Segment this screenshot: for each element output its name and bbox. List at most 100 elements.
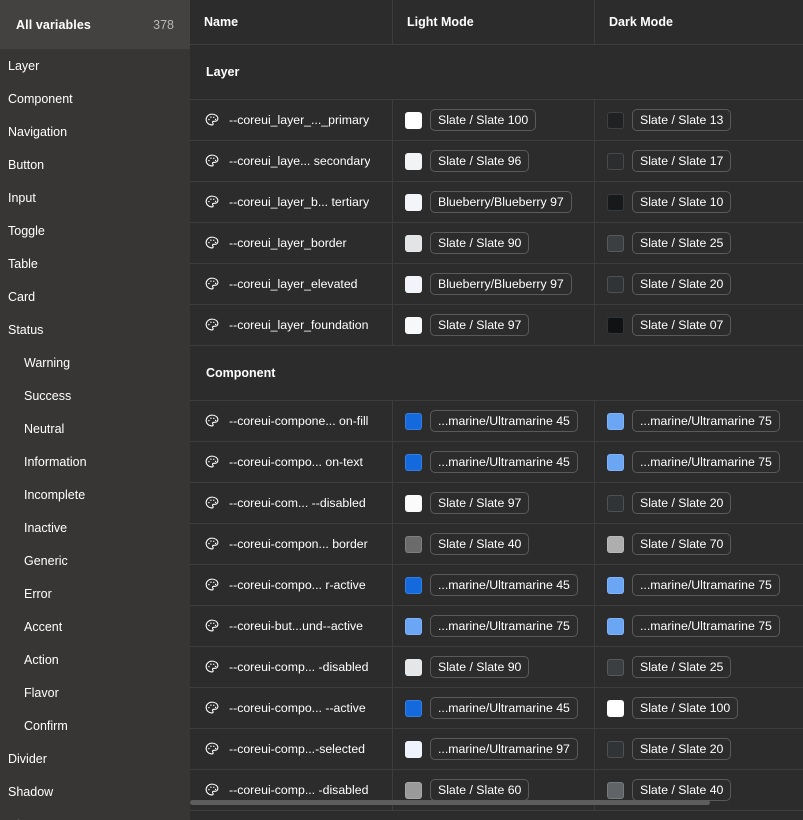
color-swatch[interactable] — [607, 494, 624, 512]
color-swatch[interactable] — [405, 535, 422, 553]
table-row[interactable]: --coreui-compone... on-fill ...marine/Ult… — [190, 401, 803, 442]
sidebar-item-all-variables[interactable]: All variables 378 — [0, 0, 190, 49]
cell-light-mode[interactable]: ...marine/Ultramarine 45 — [393, 401, 595, 441]
sidebar-item-divider[interactable]: Divider — [0, 742, 190, 775]
cell-variable-name[interactable]: --coreui_layer_b... tertiary — [190, 182, 393, 222]
color-token-chip[interactable]: Slate / Slate 20 — [632, 738, 732, 760]
color-token-chip[interactable]: Slate / Slate 97 — [430, 492, 530, 514]
cell-dark-mode[interactable]: Slate / Slate 25 — [595, 647, 803, 687]
color-token-chip[interactable]: Slate / Slate 96 — [430, 150, 530, 172]
color-token-chip[interactable]: ...marine/Ultramarine 45 — [430, 451, 578, 473]
color-swatch[interactable] — [405, 658, 422, 676]
color-swatch[interactable] — [405, 740, 422, 758]
column-header-dark-mode[interactable]: Dark Mode — [595, 0, 803, 45]
sidebar-item-input[interactable]: Input — [0, 181, 190, 214]
color-token-chip[interactable]: ...marine/Ultramarine 75 — [632, 574, 780, 596]
cell-variable-name[interactable]: --coreui_layer_border — [190, 223, 393, 263]
color-token-chip[interactable]: Slate / Slate 40 — [632, 779, 732, 801]
table-row[interactable]: --coreui-compo... --active ...marine/Ultr… — [190, 688, 803, 729]
sidebar-item-component[interactable]: Component — [0, 82, 190, 115]
color-swatch[interactable] — [405, 617, 422, 635]
color-swatch[interactable] — [405, 152, 422, 170]
cell-dark-mode[interactable]: ...marine/Ultramarine 75 — [595, 606, 803, 646]
cell-variable-name[interactable]: --coreui-compo... on-text — [190, 442, 393, 482]
color-swatch[interactable] — [405, 234, 422, 252]
color-swatch[interactable] — [607, 316, 624, 334]
table-row[interactable]: --coreui_layer_border Slate / Slate 90 Sla… — [190, 223, 803, 264]
cell-dark-mode[interactable]: Slate / Slate 25 — [595, 223, 803, 263]
table-row[interactable]: --coreui_layer_elevated Blueberry/Blueber… — [190, 264, 803, 305]
color-swatch[interactable] — [607, 535, 624, 553]
color-token-chip[interactable]: Slate / Slate 100 — [430, 109, 537, 131]
cell-light-mode[interactable]: ...marine/Ultramarine 45 — [393, 565, 595, 605]
cell-variable-name[interactable]: --coreui-compone... on-fill — [190, 401, 393, 441]
cell-dark-mode[interactable]: Slate / Slate 10 — [595, 182, 803, 222]
column-header-name[interactable]: Name — [190, 0, 393, 45]
cell-light-mode[interactable]: Slate / Slate 97 — [393, 483, 595, 523]
table-row[interactable]: --coreui-but...und--active ...marine/Ultr… — [190, 606, 803, 647]
cell-dark-mode[interactable]: Slate / Slate 13 — [595, 100, 803, 140]
cell-light-mode[interactable]: Slate / Slate 90 — [393, 647, 595, 687]
color-token-chip[interactable]: Slate / Slate 40 — [430, 533, 530, 555]
cell-dark-mode[interactable]: ...marine/Ultramarine 75 — [595, 442, 803, 482]
sidebar-item-neutral[interactable]: Neutral — [0, 412, 190, 445]
sidebar-item-hint[interactable]: Hint — [0, 808, 190, 820]
color-token-chip[interactable]: Blueberry/Blueberry 97 — [430, 191, 572, 213]
color-swatch[interactable] — [405, 111, 422, 129]
cell-dark-mode[interactable]: ...marine/Ultramarine 75 — [595, 565, 803, 605]
color-token-chip[interactable]: ...marine/Ultramarine 97 — [430, 738, 578, 760]
table-row[interactable]: --coreui_layer_foundation Slate / Slate 9… — [190, 305, 803, 346]
color-token-chip[interactable]: Slate / Slate 10 — [632, 191, 732, 213]
cell-variable-name[interactable]: --coreui-com... --disabled — [190, 483, 393, 523]
color-swatch[interactable] — [405, 576, 422, 594]
sidebar-item-toggle[interactable]: Toggle — [0, 214, 190, 247]
color-swatch[interactable] — [607, 740, 624, 758]
cell-light-mode[interactable]: Slate / Slate 40 — [393, 524, 595, 564]
color-swatch[interactable] — [607, 617, 624, 635]
color-token-chip[interactable]: Slate / Slate 20 — [632, 273, 732, 295]
color-swatch[interactable] — [405, 412, 422, 430]
cell-variable-name[interactable]: --coreui_layer_..._primary — [190, 100, 393, 140]
sidebar-item-layer[interactable]: Layer — [0, 49, 190, 82]
cell-light-mode[interactable]: Blueberry/Blueberry 97 — [393, 264, 595, 304]
color-swatch[interactable] — [607, 699, 624, 717]
sidebar-item-generic[interactable]: Generic — [0, 544, 190, 577]
color-swatch[interactable] — [405, 699, 422, 717]
cell-variable-name[interactable]: --coreui_layer_foundation — [190, 305, 393, 345]
color-swatch[interactable] — [405, 316, 422, 334]
cell-dark-mode[interactable]: Slate / Slate 07 — [595, 305, 803, 345]
horizontal-scrollbar-thumb[interactable] — [190, 800, 710, 805]
cell-variable-name[interactable]: --coreui_laye... secondary — [190, 141, 393, 181]
color-swatch[interactable] — [607, 576, 624, 594]
cell-variable-name[interactable]: --coreui_layer_elevated — [190, 264, 393, 304]
sidebar-item-card[interactable]: Card — [0, 280, 190, 313]
cell-dark-mode[interactable]: Slate / Slate 20 — [595, 729, 803, 769]
color-token-chip[interactable]: Slate / Slate 17 — [632, 150, 732, 172]
color-swatch[interactable] — [607, 658, 624, 676]
color-token-chip[interactable]: Slate / Slate 90 — [430, 232, 530, 254]
color-swatch[interactable] — [607, 412, 624, 430]
sidebar-item-navigation[interactable]: Navigation — [0, 115, 190, 148]
color-swatch[interactable] — [607, 234, 624, 252]
cell-light-mode[interactable]: ...marine/Ultramarine 45 — [393, 688, 595, 728]
cell-dark-mode[interactable]: Slate / Slate 20 — [595, 483, 803, 523]
color-swatch[interactable] — [405, 494, 422, 512]
color-token-chip[interactable]: Slate / Slate 25 — [632, 656, 732, 678]
color-token-chip[interactable]: ...marine/Ultramarine 45 — [430, 574, 578, 596]
color-token-chip[interactable]: Slate / Slate 90 — [430, 656, 530, 678]
color-token-chip[interactable]: Slate / Slate 100 — [632, 697, 739, 719]
cell-variable-name[interactable]: --coreui-comp...-selected — [190, 729, 393, 769]
cell-dark-mode[interactable]: Slate / Slate 17 — [595, 141, 803, 181]
sidebar-item-action[interactable]: Action — [0, 643, 190, 676]
color-token-chip[interactable]: Slate / Slate 13 — [632, 109, 732, 131]
cell-dark-mode[interactable]: Slate / Slate 100 — [595, 688, 803, 728]
cell-light-mode[interactable]: Slate / Slate 90 — [393, 223, 595, 263]
table-row[interactable]: --coreui-compon... border Slate / Slate 4… — [190, 524, 803, 565]
cell-light-mode[interactable]: ...marine/Ultramarine 75 — [393, 606, 595, 646]
color-swatch[interactable] — [607, 152, 624, 170]
cell-variable-name[interactable]: --coreui-comp... -disabled — [190, 647, 393, 687]
cell-variable-name[interactable]: --coreui-compo... --active — [190, 688, 393, 728]
cell-light-mode[interactable]: Slate / Slate 96 — [393, 141, 595, 181]
cell-dark-mode[interactable]: Slate / Slate 20 — [595, 264, 803, 304]
sidebar-item-confirm[interactable]: Confirm — [0, 709, 190, 742]
